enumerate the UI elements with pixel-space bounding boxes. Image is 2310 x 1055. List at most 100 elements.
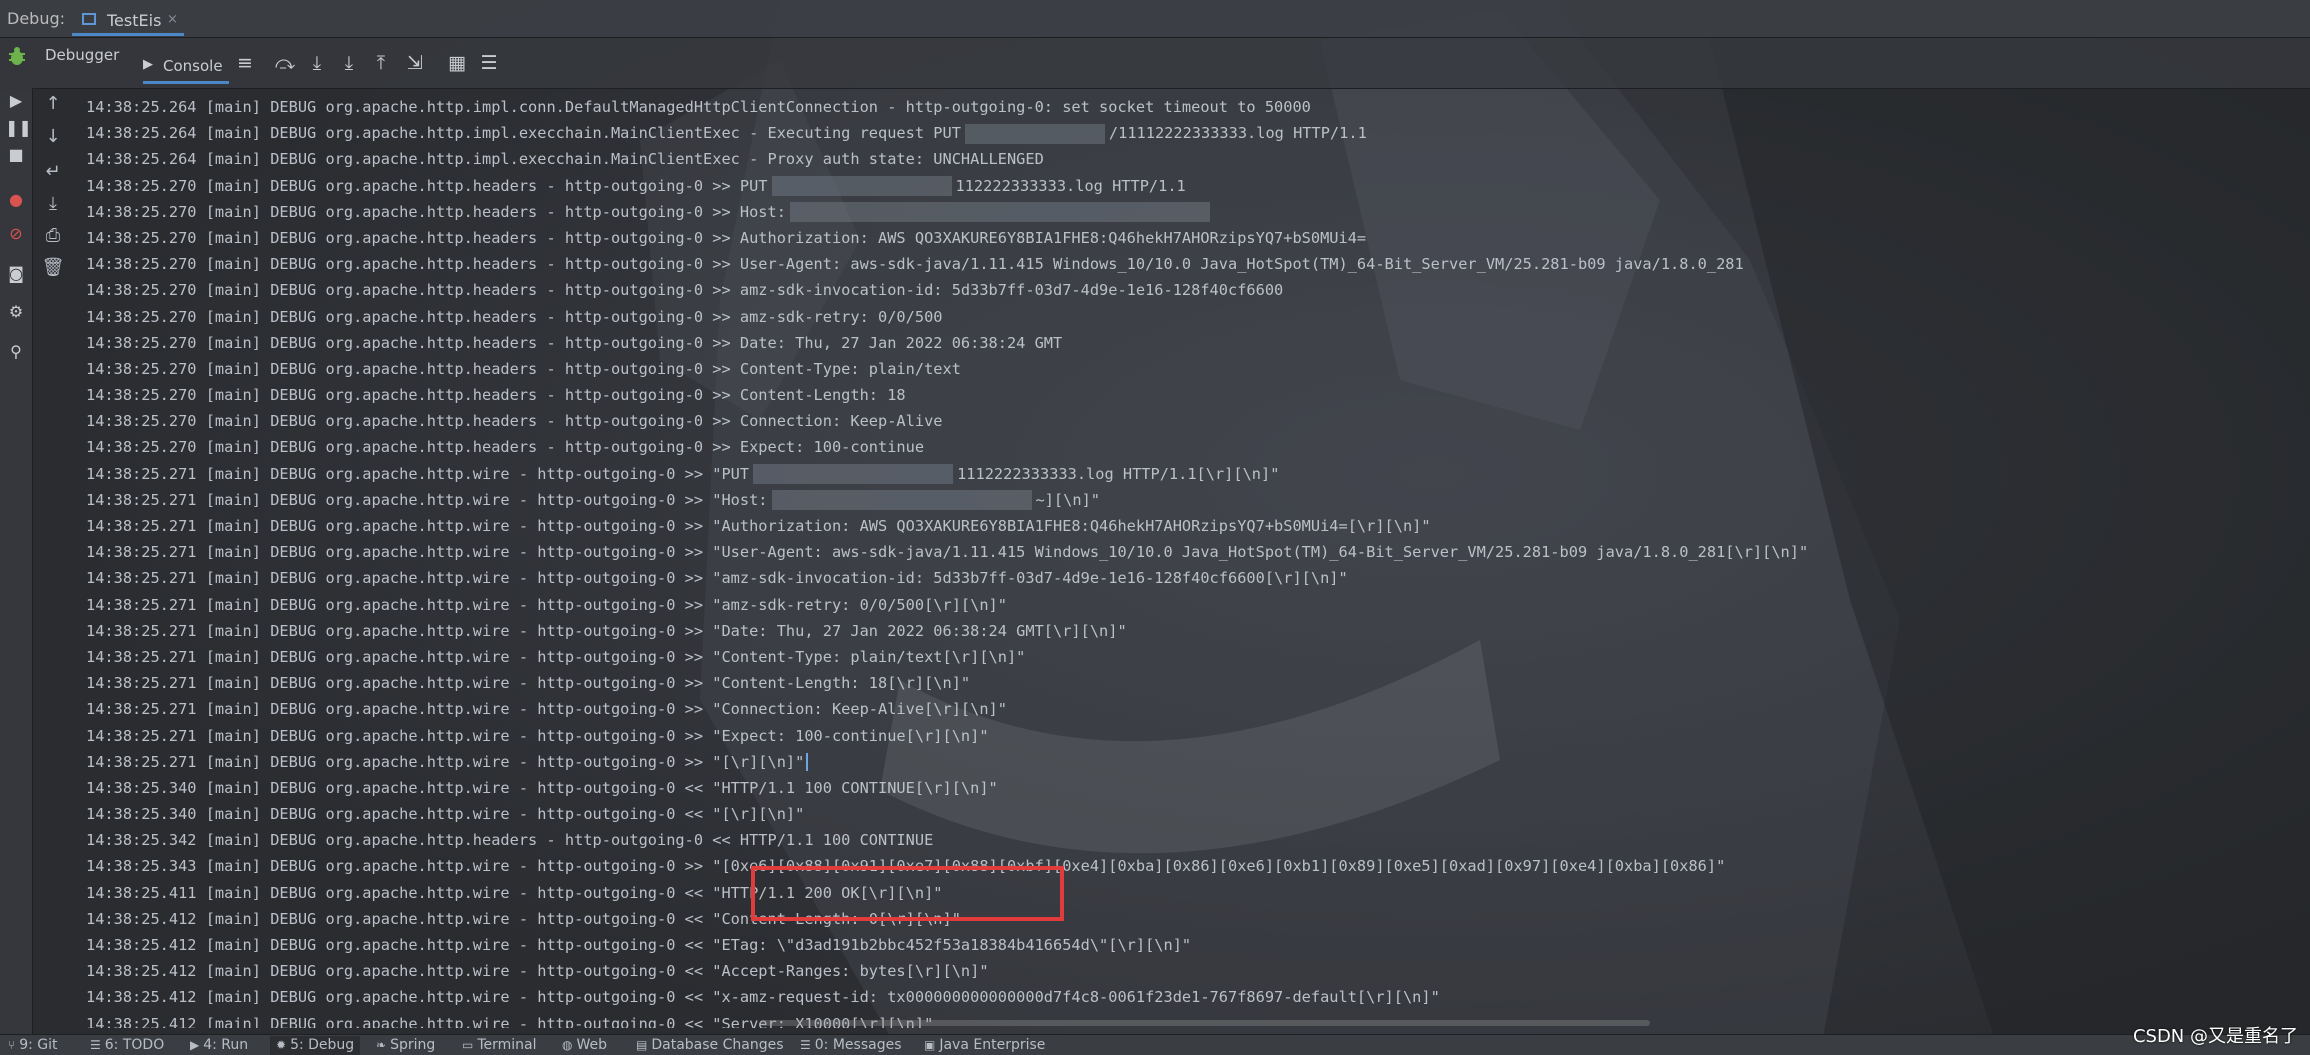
tool-window-label: Java Enterprise: [939, 1037, 1046, 1053]
tool-window-label: 9: Git: [19, 1037, 58, 1053]
console-line-text: 14:38:25.270 [main] DEBUG org.apache.htt…: [86, 176, 768, 195]
console-line: 14:38:25.271 [main] DEBUG org.apache.htt…: [86, 539, 2286, 565]
console-line: 14:38:25.340 [main] DEBUG org.apache.htt…: [86, 775, 2286, 801]
tool-window-terminal[interactable]: ▭ Terminal: [462, 1036, 537, 1055]
console-line-text: 14:38:25.271 [main] DEBUG org.apache.htt…: [86, 674, 971, 693]
tool-window-web[interactable]: ◍ Web: [562, 1036, 607, 1055]
horizontal-scrollbar[interactable]: [760, 1020, 1650, 1026]
settings-icon[interactable]: ⚙: [5, 301, 27, 323]
run-icon: ▶: [190, 1038, 200, 1052]
debugger-toolbar: Debugger ▶ Console ≡ ⤼ ⤓ ⤓ ⤒ ⇲ ▦ ☰: [0, 38, 2310, 89]
console-line-text: 14:38:25.270 [main] DEBUG org.apache.htt…: [86, 359, 961, 378]
view-breakpoints-icon[interactable]: ●: [5, 189, 27, 211]
step-into-icon[interactable]: ⤓: [304, 51, 330, 75]
web-icon: ◍: [562, 1038, 573, 1052]
console-line-text: 14:38:25.271 [main] DEBUG org.apache.htt…: [86, 595, 1007, 614]
console-line-text: 14:38:25.412 [main] DEBUG org.apache.htt…: [86, 936, 1192, 954]
tool-window-label: Database Changes: [651, 1037, 784, 1053]
terminal-icon: ▭: [462, 1038, 474, 1052]
tab-testeis[interactable]: TestEis ×: [72, 4, 184, 36]
force-step-into-icon[interactable]: ⤓: [336, 51, 362, 75]
console-line-text: 14:38:25.270 [main] DEBUG org.apache.htt…: [86, 307, 943, 326]
console-line-text: 14:38:25.271 [main] DEBUG org.apache.htt…: [86, 464, 750, 483]
console-gutter: ↑ ↓ ↵ ⤓ ⎙ 🗑: [38, 88, 68, 1034]
console-line-text: 14:38:25.264 [main] DEBUG org.apache.htt…: [86, 150, 1044, 169]
console-line-text: 14:38:25.342 [main] DEBUG org.apache.htt…: [86, 831, 934, 850]
console-line: 14:38:25.270 [main] DEBUG org.apache.htt…: [86, 277, 2286, 303]
evaluate-expression-icon[interactable]: ▦: [444, 51, 470, 75]
print-icon[interactable]: ⎙: [41, 224, 65, 248]
console-line: 14:38:25.270 [main] DEBUG org.apache.htt…: [86, 251, 2286, 277]
console-line-text: 14:38:25.270 [main] DEBUG org.apache.htt…: [86, 333, 1063, 352]
console-line-text: 14:38:25.340 [main] DEBUG org.apache.htt…: [86, 778, 998, 797]
console-line: 14:38:25.271 [main] DEBUG org.apache.htt…: [86, 618, 2286, 644]
console-line-text: 14:38:25.270 [main] DEBUG org.apache.htt…: [86, 228, 1367, 247]
tool-window-4-run[interactable]: ▶ 4: Run: [190, 1036, 248, 1055]
tab-debugger[interactable]: Debugger: [45, 46, 119, 84]
tool-window-5-debug[interactable]: ✹ 5: Debug: [270, 1036, 361, 1055]
git-icon: ⑂: [8, 1038, 16, 1052]
console-line: 14:38:25.412 [main] DEBUG org.apache.htt…: [86, 906, 2286, 932]
close-icon[interactable]: ×: [167, 12, 178, 27]
debug-label: Debug:: [7, 9, 66, 28]
redacted-block: [771, 176, 952, 197]
camera-icon[interactable]: ◙: [5, 263, 27, 285]
step-over-icon[interactable]: ⤼: [272, 51, 298, 75]
console-line-text: 1112222333333.log HTTP/1.1[\r][\n]": [957, 464, 1280, 483]
console-line: 14:38:25.271 [main] DEBUG org.apache.htt…: [86, 461, 2286, 487]
resume-icon[interactable]: ▶: [5, 90, 27, 112]
console-line: 14:38:25.270 [main] DEBUG org.apache.htt…: [86, 330, 2286, 356]
console-output[interactable]: 14:38:25.264 [main] DEBUG org.apache.htt…: [86, 94, 2286, 1028]
todo-icon: ☰: [90, 1038, 101, 1052]
pin-icon[interactable]: ⚲: [5, 341, 27, 363]
console-line: 14:38:25.342 [main] DEBUG org.apache.htt…: [86, 827, 2286, 853]
text-cursor: [806, 753, 809, 772]
console-line: 14:38:25.264 [main] DEBUG org.apache.htt…: [86, 146, 2286, 172]
scroll-to-end-icon[interactable]: ⤓: [41, 192, 65, 216]
console-line-text: 14:38:25.264 [main] DEBUG org.apache.htt…: [86, 124, 961, 143]
debug-side-toolbar: ▶ ❚❚ ■ ● ⊘ ◙ ⚙ ⚲: [0, 88, 33, 1034]
run-config-icon: [82, 13, 96, 25]
tool-window-9-git[interactable]: ⑂ 9: Git: [8, 1036, 58, 1055]
trace-settings-icon[interactable]: ☰: [476, 51, 502, 75]
console-line-text: ~][\n]": [1035, 490, 1100, 509]
console-line-text: 112222333333.log HTTP/1.1: [955, 176, 1186, 195]
debug-icon: ✹: [276, 1038, 287, 1052]
up-arrow-icon[interactable]: ↑: [41, 92, 65, 116]
bug-icon[interactable]: [6, 46, 28, 68]
console-line-text: 14:38:25.270 [main] DEBUG org.apache.htt…: [86, 386, 906, 405]
tool-window-database-changes[interactable]: ▤ Database Changes: [636, 1036, 784, 1055]
console-line-text: 14:38:25.271 [main] DEBUG org.apache.htt…: [86, 621, 1127, 640]
tool-window-0-messages[interactable]: ☰ 0: Messages: [800, 1036, 902, 1055]
tool-window-6-todo[interactable]: ☰ 6: TODO: [90, 1036, 164, 1055]
tool-window-label: 0: Messages: [814, 1037, 902, 1053]
down-arrow-icon[interactable]: ↓: [41, 125, 65, 149]
mute-breakpoints-icon[interactable]: ⊘: [5, 223, 27, 245]
console-line-text: 14:38:25.271 [main] DEBUG org.apache.htt…: [86, 543, 1809, 562]
redacted-block: [789, 202, 1210, 223]
tab-console[interactable]: ▶ Console: [143, 46, 229, 84]
debug-tab-bar: Debug: TestEis ×: [0, 0, 2310, 38]
tool-window-java-enterprise[interactable]: ▣ Java Enterprise: [924, 1036, 1045, 1055]
pause-icon[interactable]: ❚❚: [5, 117, 32, 139]
soft-wrap-icon[interactable]: ↵: [41, 160, 65, 184]
trash-icon[interactable]: 🗑: [41, 256, 65, 280]
console-line-text: /11112222333333.log HTTP/1.1: [1108, 124, 1367, 143]
console-line-text: 14:38:25.340 [main] DEBUG org.apache.htt…: [86, 805, 805, 824]
console-line-text: 14:38:25.271 [main] DEBUG org.apache.htt…: [86, 569, 1348, 588]
console-line: 14:38:25.264 [main] DEBUG org.apache.htt…: [86, 94, 2286, 120]
step-out-icon[interactable]: ⤒: [368, 51, 394, 75]
console-line: 14:38:25.271 [main] DEBUG org.apache.htt…: [86, 565, 2286, 591]
spring-icon: ❧: [376, 1038, 387, 1052]
console-line: 14:38:25.270 [main] DEBUG org.apache.htt…: [86, 173, 2286, 199]
console-line: 14:38:25.264 [main] DEBUG org.apache.htt…: [86, 120, 2286, 146]
run-to-cursor-icon[interactable]: ⇲: [402, 51, 428, 75]
console-line: 14:38:25.271 [main] DEBUG org.apache.htt…: [86, 513, 2286, 539]
tool-window-spring[interactable]: ❧ Spring: [376, 1036, 435, 1055]
menu-icon[interactable]: ≡: [232, 51, 258, 75]
console-line: 14:38:25.412 [main] DEBUG org.apache.htt…: [86, 984, 2286, 1010]
stop-icon[interactable]: ■: [5, 144, 27, 166]
redacted-block: [753, 464, 954, 485]
highlight-annotation: [751, 866, 1064, 921]
console-line-text: 14:38:25.270 [main] DEBUG org.apache.htt…: [86, 412, 943, 431]
